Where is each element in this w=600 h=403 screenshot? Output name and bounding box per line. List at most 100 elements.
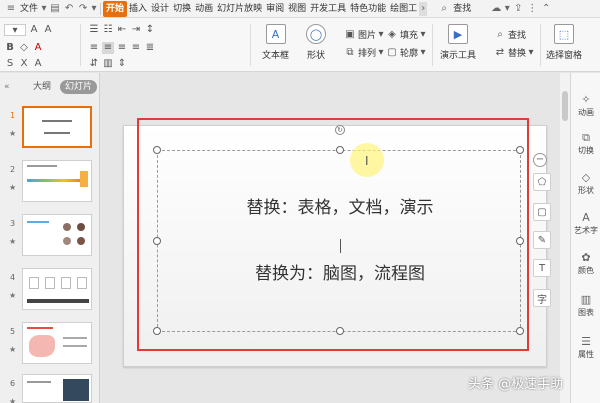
collapse-toolbar-icon[interactable]: − bbox=[533, 153, 547, 167]
tab-outline[interactable]: 大纲 bbox=[28, 80, 56, 94]
resize-handle-bottom-right[interactable] bbox=[516, 327, 524, 335]
resize-handle-bottom[interactable] bbox=[336, 327, 344, 335]
font-icon[interactable]: 字 bbox=[533, 289, 551, 307]
resize-handle-right[interactable] bbox=[516, 237, 524, 245]
bold-icon[interactable]: B bbox=[4, 42, 16, 54]
tab-home[interactable]: 开始 bbox=[103, 0, 128, 17]
select-pane-label: 选择窗格 bbox=[546, 51, 583, 61]
strikethrough-icon[interactable]: S bbox=[4, 58, 16, 70]
menu-file[interactable]: 文件 bbox=[18, 1, 40, 17]
resize-handle-top[interactable] bbox=[336, 146, 344, 154]
outline-icon: ▢ bbox=[387, 46, 397, 58]
slide-text-line-2[interactable]: 替换为：脑图，流程图 bbox=[158, 259, 522, 284]
image-button[interactable]: ▣ 图片 ▾ bbox=[344, 28, 384, 42]
cloud-icon[interactable]: ☁ bbox=[489, 2, 503, 16]
increase-font-icon[interactable]: A bbox=[28, 24, 40, 36]
share-icon[interactable]: ⇪ bbox=[511, 2, 525, 16]
chevron-down-icon[interactable]: ▾ bbox=[503, 2, 511, 16]
justify-icon[interactable]: ≡ bbox=[130, 42, 142, 54]
task-shape[interactable]: ◇ 形状 bbox=[571, 171, 600, 196]
presenter-tools-button[interactable]: ▶ 演示工具 bbox=[440, 24, 476, 61]
find-button[interactable]: ⌕ 查找 bbox=[494, 28, 526, 42]
undo-icon[interactable]: ↶ bbox=[62, 2, 76, 16]
save-icon[interactable]: ▤ bbox=[48, 2, 62, 16]
align-left-icon[interactable]: ≡ bbox=[88, 42, 100, 54]
arrange-button[interactable]: ⧉ 排列 ▾ bbox=[344, 46, 384, 60]
replace-button[interactable]: ⇄ 替换 ▾ bbox=[494, 46, 534, 60]
hamburger-icon[interactable]: ≡ bbox=[4, 2, 18, 16]
text-align-vertical-icon[interactable]: ⇕ bbox=[116, 58, 128, 70]
text-effect-icon[interactable]: A bbox=[32, 58, 44, 70]
resize-handle-top-left[interactable] bbox=[153, 146, 161, 154]
font-size-group: ▾ A A bbox=[4, 24, 54, 36]
font-color-icon[interactable]: A bbox=[32, 42, 44, 54]
tab-animation[interactable]: 动画 bbox=[193, 1, 215, 17]
slide-thumbnail[interactable] bbox=[22, 160, 92, 202]
resize-handle-left[interactable] bbox=[153, 237, 161, 245]
tab-insert[interactable]: 插入 bbox=[127, 1, 149, 17]
task-animation[interactable]: ✧ 动画 bbox=[571, 93, 600, 118]
fill-button[interactable]: ◈ 填充 ▾ bbox=[386, 28, 426, 42]
decrease-font-icon[interactable]: A bbox=[42, 24, 54, 36]
slide-thumbnail[interactable] bbox=[22, 106, 92, 148]
more-options-icon[interactable]: ⋮ bbox=[525, 2, 539, 16]
selected-textbox[interactable]: I 替换：表格，文档，演示 替换为：脑图，流程图 bbox=[153, 143, 524, 335]
task-transition[interactable]: ⧉ 切换 bbox=[571, 131, 600, 156]
more-icon[interactable]: ▾ bbox=[90, 2, 98, 16]
collapse-ribbon-icon[interactable]: ⌃ bbox=[539, 2, 553, 16]
select-pane-button[interactable]: ⬚ 选择窗格 bbox=[546, 24, 582, 61]
columns-icon[interactable]: ▥ bbox=[102, 58, 114, 70]
slide-thumbnail[interactable] bbox=[22, 322, 92, 364]
tab-slides[interactable]: 幻灯片 bbox=[60, 80, 98, 94]
outline-button[interactable]: ▢ 轮廓 ▾ bbox=[386, 46, 426, 60]
bullet-list-icon[interactable]: ☰ bbox=[88, 24, 100, 36]
tab-slideshow[interactable]: 幻灯片放映 bbox=[215, 1, 264, 17]
shape-button[interactable]: ◯ 形状 bbox=[306, 24, 326, 61]
line-spacing-icon[interactable]: ↕ bbox=[144, 24, 156, 36]
clear-format-icon[interactable]: ◇ bbox=[18, 42, 30, 54]
rotate-handle-icon[interactable]: ↻ bbox=[335, 125, 345, 135]
edit-pen-icon[interactable]: ✎ bbox=[533, 231, 551, 249]
task-chart[interactable]: ▥ 图表 bbox=[571, 293, 600, 318]
transition-icon: ⧉ bbox=[582, 131, 590, 144]
slide-thumbnail[interactable] bbox=[22, 268, 92, 310]
align-right-icon[interactable]: ≡ bbox=[116, 42, 128, 54]
resize-handle-bottom-left[interactable] bbox=[153, 327, 161, 335]
task-properties[interactable]: ☰ 属性 bbox=[571, 335, 600, 360]
search-label[interactable]: 查找 bbox=[451, 1, 473, 17]
text-direction-icon[interactable]: ⇵ bbox=[88, 58, 100, 70]
text-fill-icon[interactable]: T bbox=[533, 259, 551, 277]
tab-drawing-tools[interactable]: 绘图工 bbox=[388, 1, 419, 17]
slide-thumbnail[interactable] bbox=[22, 214, 92, 256]
tab-features[interactable]: 特色功能 bbox=[348, 1, 388, 17]
chevron-down-icon[interactable]: ▾ bbox=[40, 2, 48, 16]
task-wordart[interactable]: A 艺术字 bbox=[571, 211, 600, 236]
scroll-right-icon[interactable]: › bbox=[419, 1, 428, 16]
shape-style-icon[interactable]: ⬠ bbox=[533, 173, 551, 191]
indent-decrease-icon[interactable]: ⇤ bbox=[116, 24, 128, 36]
tab-design[interactable]: 设计 bbox=[149, 1, 171, 17]
slide-text-line-1[interactable]: 替换：表格，文档，演示 bbox=[158, 193, 522, 218]
align-center-icon[interactable]: ≡ bbox=[102, 42, 114, 54]
task-color[interactable]: ✿ 颜色 bbox=[571, 251, 600, 276]
font-size-box-icon[interactable]: ▾ bbox=[4, 24, 26, 36]
shape-outline-icon[interactable]: ▢ bbox=[533, 203, 551, 221]
indent-increase-icon[interactable]: ⇥ bbox=[130, 24, 142, 36]
strike-group: S X A bbox=[4, 58, 44, 70]
tab-review[interactable]: 审阅 bbox=[264, 1, 286, 17]
redo-icon[interactable]: ↷ bbox=[76, 2, 90, 16]
thumb-text-line bbox=[63, 345, 87, 347]
collapse-panel-icon[interactable]: « bbox=[4, 82, 10, 92]
resize-handle-top-right[interactable] bbox=[516, 146, 524, 154]
search-icon[interactable]: ⌕ bbox=[437, 2, 451, 16]
distribute-icon[interactable]: ≣ bbox=[144, 42, 156, 54]
scrollbar-thumb[interactable] bbox=[562, 91, 568, 121]
superscript-icon[interactable]: X bbox=[18, 58, 30, 70]
numbered-list-icon[interactable]: ☷ bbox=[102, 24, 114, 36]
textbox-button[interactable]: A 文本框 bbox=[262, 24, 289, 61]
tab-developer[interactable]: 开发工具 bbox=[308, 1, 348, 17]
tab-transition[interactable]: 切换 bbox=[171, 1, 193, 17]
tab-view[interactable]: 视图 bbox=[286, 1, 308, 17]
vertical-scrollbar[interactable] bbox=[560, 73, 570, 403]
slide-thumbnail[interactable] bbox=[22, 374, 92, 403]
